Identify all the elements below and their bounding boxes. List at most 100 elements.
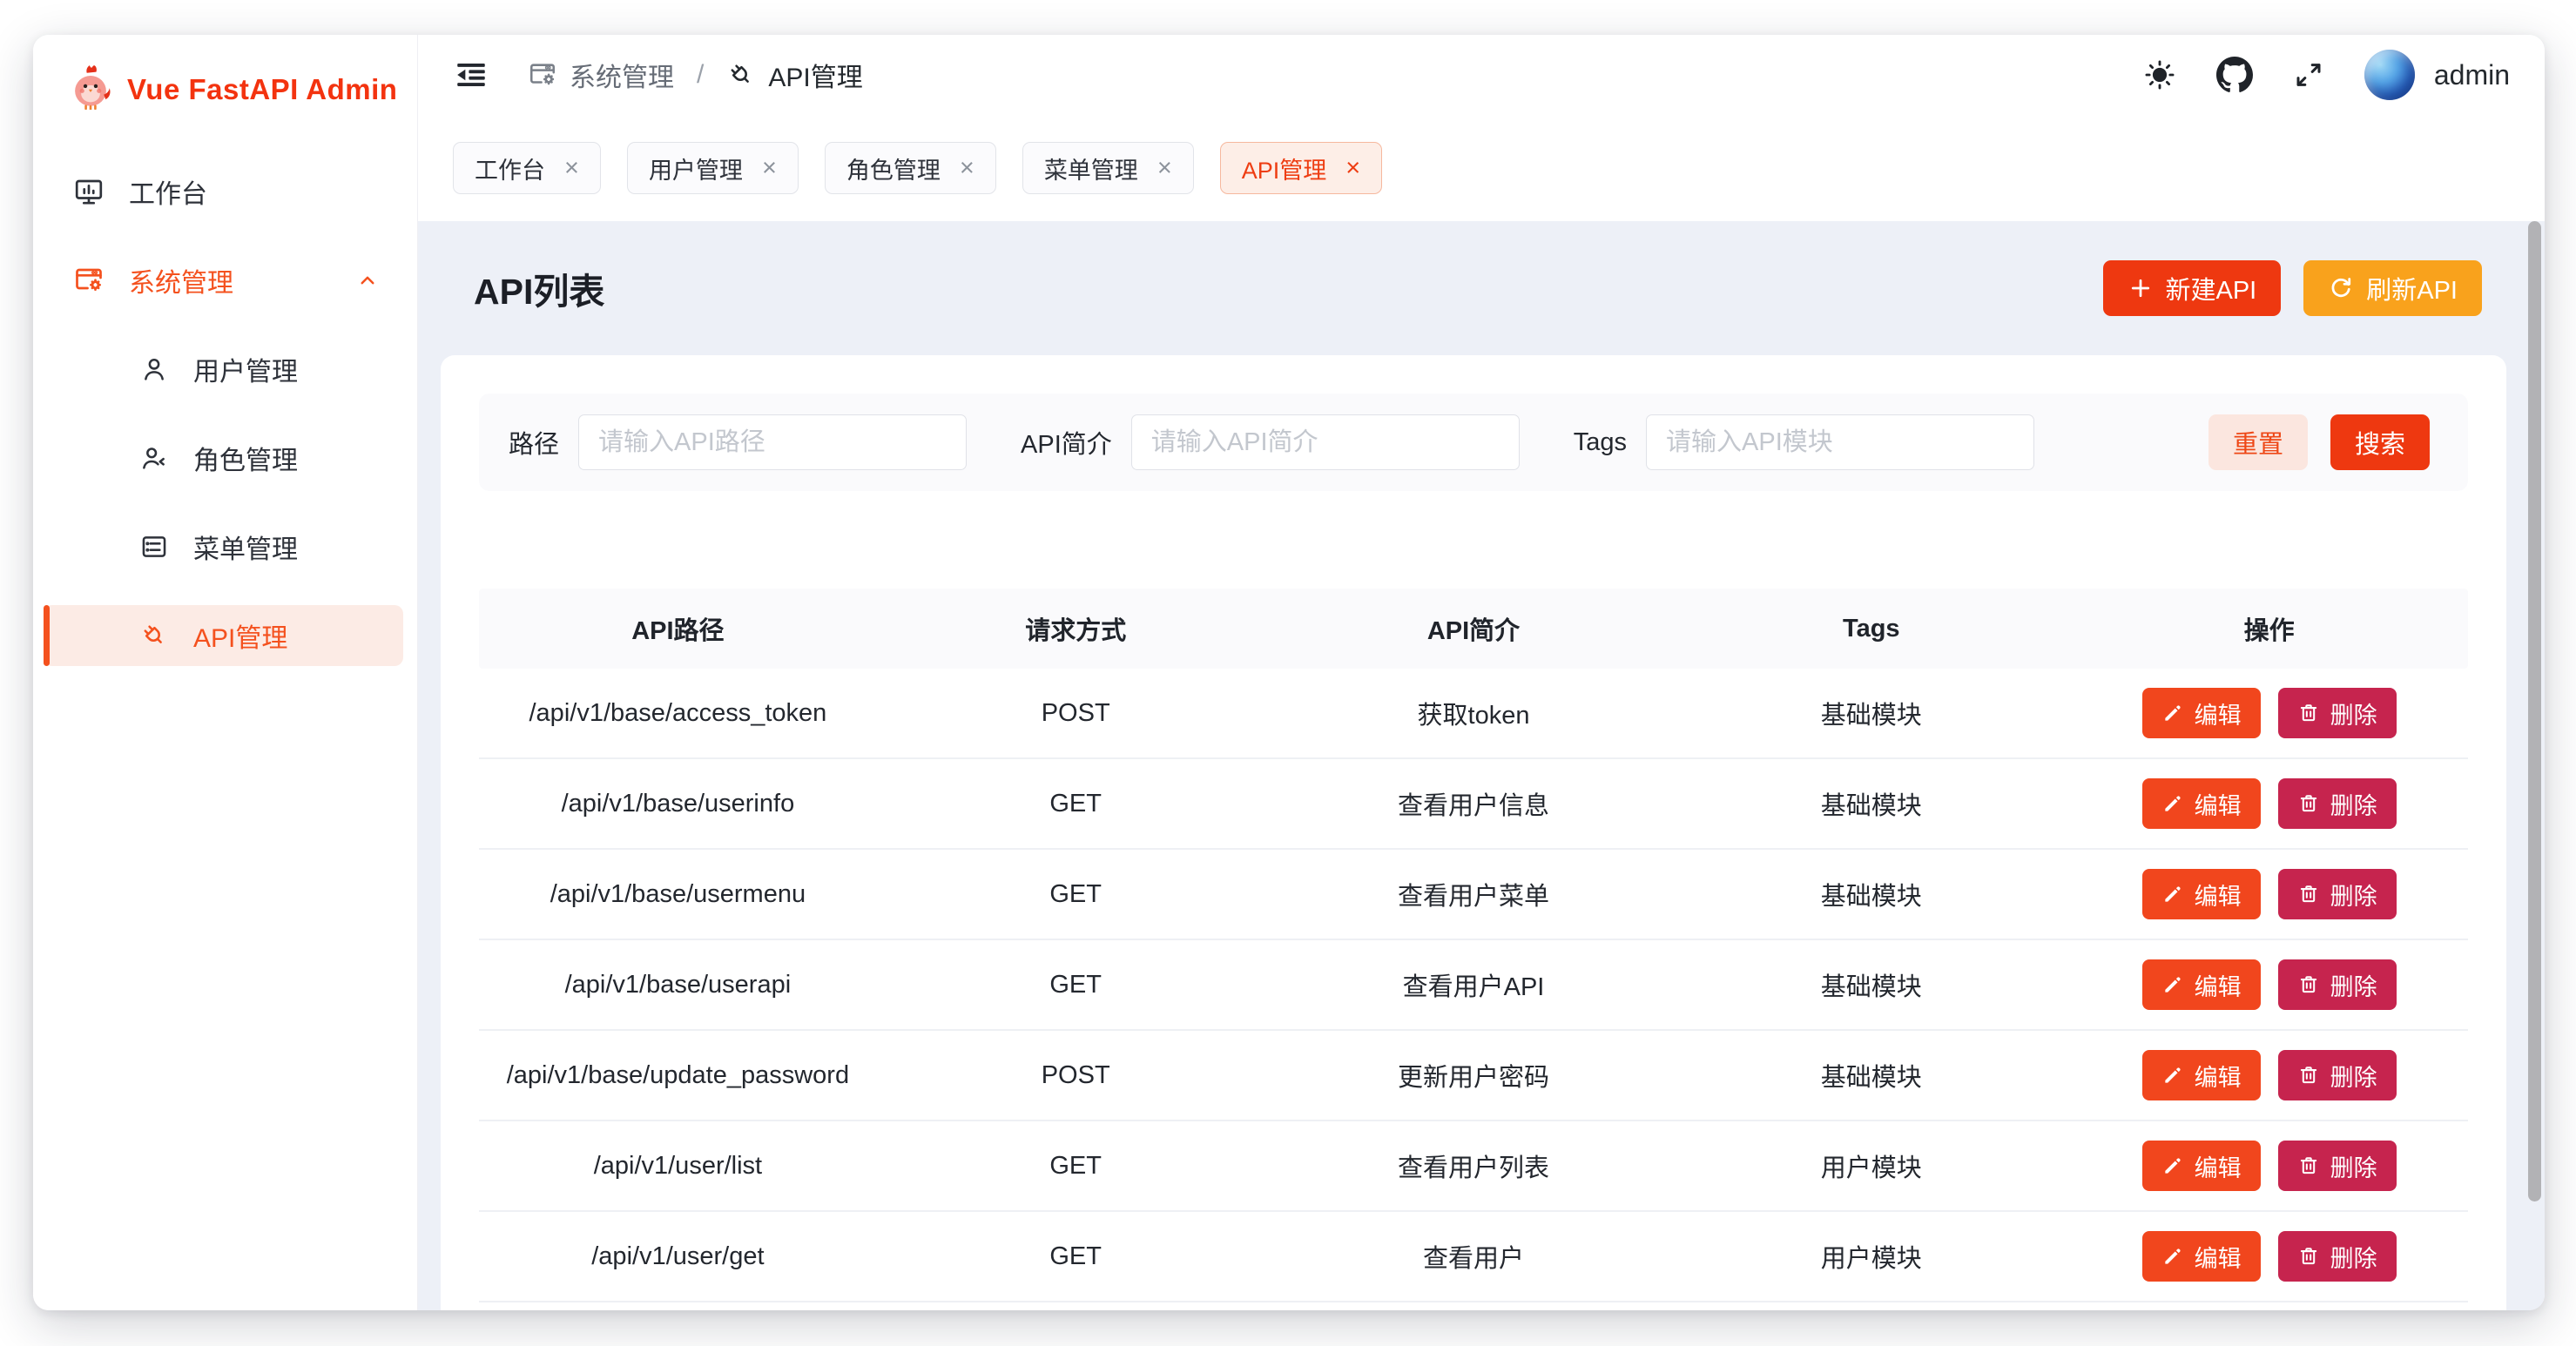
pencil-icon (2161, 1154, 2184, 1177)
pencil-icon (2161, 973, 2184, 996)
topbar: 系统管理 / API管理 (418, 35, 2545, 115)
summary-label: API简介 (1021, 424, 1112, 461)
user-icon (139, 354, 169, 384)
table-row: /api/v1/base/userinfo GET 查看用户信息 基础模块 编辑… (479, 759, 2468, 850)
edit-button[interactable]: 编辑 (2142, 778, 2261, 829)
new-api-button[interactable]: 新建API (2103, 260, 2282, 316)
sidebar-item-users[interactable]: 用户管理 (33, 339, 417, 400)
app-title: Vue FastAPI Admin (127, 73, 397, 106)
breadcrumb-item-system[interactable]: 系统管理 (528, 56, 674, 94)
column-header-path: API路径 (479, 610, 877, 647)
search-button[interactable]: 搜索 (2330, 414, 2430, 470)
sidebar-item-system[interactable]: 系统管理 (33, 250, 417, 311)
tab-label: 工作台 (475, 151, 545, 185)
cell-summary: 查看用户API (1275, 966, 1673, 1003)
delete-button[interactable]: 删除 (2278, 1231, 2397, 1282)
delete-button[interactable]: 删除 (2278, 959, 2397, 1010)
edit-label: 编辑 (2195, 1059, 2242, 1093)
trash-icon (2297, 702, 2320, 724)
table-header-row: API路径 请求方式 API简介 Tags 操作 (479, 589, 2468, 669)
user-avatar[interactable] (2364, 50, 2415, 100)
delete-button[interactable]: 删除 (2278, 869, 2397, 919)
breadcrumb-label: 系统管理 (570, 56, 674, 94)
table-row: /api/v1/user/list GET 查看用户列表 用户模块 编辑 删除 (479, 1121, 2468, 1212)
delete-button[interactable]: 删除 (2278, 1141, 2397, 1191)
trash-icon (2297, 1245, 2320, 1268)
edit-button[interactable]: 编辑 (2142, 1141, 2261, 1191)
edit-label: 编辑 (2195, 1149, 2242, 1183)
cell-tags: 用户模块 (1672, 1238, 2070, 1275)
tab-close-icon[interactable]: × (762, 156, 777, 181)
path-input[interactable] (578, 414, 967, 470)
cell-api-path: /api/v1/base/usermenu (479, 880, 877, 909)
sidebar-item-roles[interactable]: 角色管理 (33, 427, 417, 488)
tab-users[interactable]: 用户管理 × (627, 142, 799, 194)
window-gear-icon (528, 60, 557, 90)
cell-actions: 编辑 删除 (2070, 688, 2468, 738)
refresh-api-label: 刷新API (2366, 270, 2458, 306)
sidebar: Vue FastAPI Admin 工作台 (33, 35, 418, 1310)
pencil-icon (2161, 792, 2184, 815)
breadcrumb-item-api[interactable]: API管理 (726, 56, 862, 94)
page-header: API列表 新建API (441, 256, 2506, 320)
sidebar-item-workbench[interactable]: 工作台 (33, 161, 417, 222)
cell-method: GET (877, 880, 1275, 909)
scrollbar-thumb[interactable] (2528, 221, 2541, 1201)
fullscreen-icon[interactable] (2293, 59, 2324, 91)
theme-sun-icon[interactable] (2143, 58, 2176, 91)
summary-input[interactable] (1131, 414, 1520, 470)
cell-tags: 基础模块 (1672, 695, 2070, 731)
trash-icon (2297, 1064, 2320, 1087)
cell-actions: 编辑 删除 (2070, 869, 2468, 919)
cell-summary: 查看用户菜单 (1275, 876, 1673, 912)
menu-list-icon (139, 532, 169, 562)
edit-label: 编辑 (2195, 968, 2242, 1002)
tab-close-icon[interactable]: × (564, 156, 579, 181)
breadcrumb-separator: / (697, 60, 704, 90)
pencil-icon (2161, 1245, 2184, 1268)
edit-button[interactable]: 编辑 (2142, 1231, 2261, 1282)
tab-close-icon[interactable]: × (1157, 156, 1172, 181)
edit-button[interactable]: 编辑 (2142, 1050, 2261, 1100)
github-icon[interactable] (2216, 57, 2253, 93)
cell-summary: 查看用户列表 (1275, 1147, 1673, 1184)
tab-roles[interactable]: 角色管理 × (825, 142, 996, 194)
tab-menus[interactable]: 菜单管理 × (1022, 142, 1194, 194)
tab-api[interactable]: API管理 × (1220, 142, 1382, 194)
refresh-icon (2328, 275, 2354, 301)
sidebar-item-menus[interactable]: 菜单管理 (33, 516, 417, 577)
tags-input[interactable] (1646, 414, 2034, 470)
edit-label: 编辑 (2195, 787, 2242, 821)
username[interactable]: admin (2434, 59, 2510, 91)
column-header-summary: API简介 (1275, 610, 1673, 647)
edit-label: 编辑 (2195, 697, 2242, 730)
tab-close-icon[interactable]: × (960, 156, 974, 181)
new-api-label: 新建API (2166, 270, 2257, 306)
collapse-sidebar-icon[interactable] (453, 57, 489, 93)
delete-button[interactable]: 删除 (2278, 688, 2397, 738)
cell-actions: 编辑 删除 (2070, 959, 2468, 1010)
tab-label: 菜单管理 (1044, 151, 1138, 185)
pencil-icon (2161, 1064, 2184, 1087)
delete-label: 删除 (2330, 697, 2377, 730)
cell-api-path: /api/v1/user/get (479, 1242, 877, 1271)
cell-summary: 查看用户信息 (1275, 785, 1673, 822)
cell-api-path: /api/v1/base/access_token (479, 699, 877, 728)
delete-button[interactable]: 删除 (2278, 778, 2397, 829)
cell-tags: 基础模块 (1672, 1057, 2070, 1094)
sidebar-item-api[interactable]: API管理 (44, 605, 403, 666)
tab-workbench[interactable]: 工作台 × (453, 142, 601, 194)
delete-button[interactable]: 删除 (2278, 1050, 2397, 1100)
cell-method: GET (877, 971, 1275, 999)
edit-button[interactable]: 编辑 (2142, 959, 2261, 1010)
pencil-icon (2161, 702, 2184, 724)
page-title: API列表 (474, 262, 604, 314)
edit-button[interactable]: 编辑 (2142, 869, 2261, 919)
reset-button[interactable]: 重置 (2208, 414, 2308, 470)
sidebar-menu: 工作台 系统管理 (33, 161, 417, 694)
tab-close-icon[interactable]: × (1345, 156, 1360, 181)
breadcrumb-label: API管理 (768, 56, 862, 94)
edit-button[interactable]: 编辑 (2142, 688, 2261, 738)
plus-icon (2128, 275, 2154, 301)
refresh-api-button[interactable]: 刷新API (2303, 260, 2482, 316)
